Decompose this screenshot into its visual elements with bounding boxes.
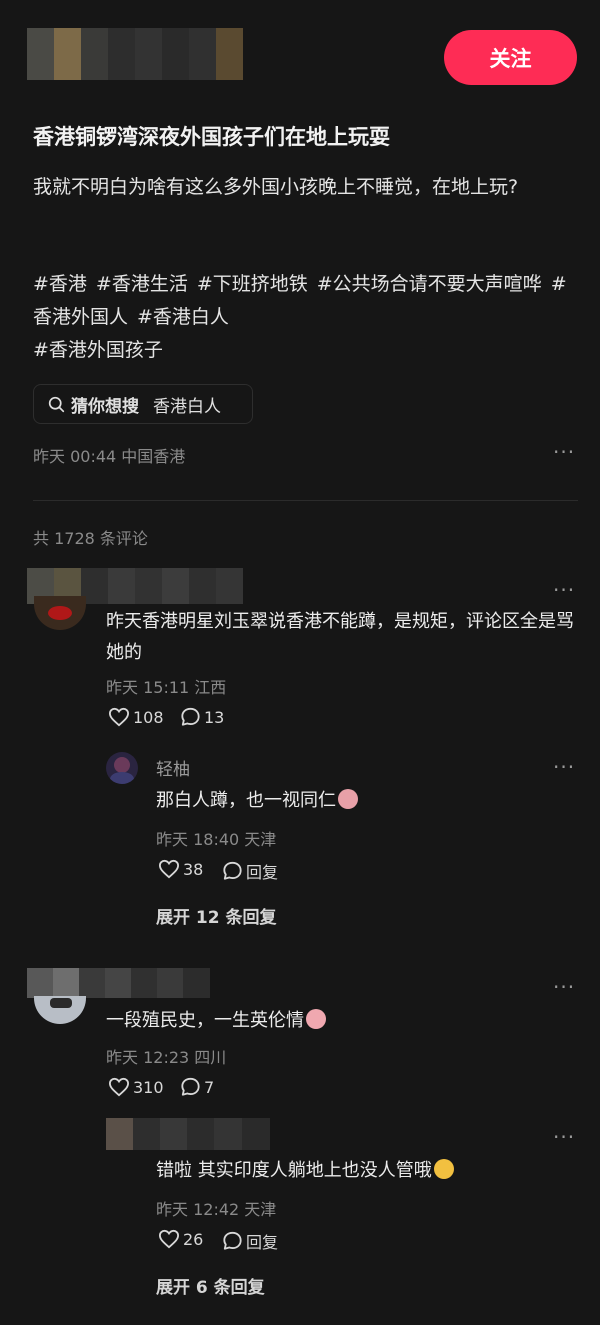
commenter-avatar[interactable] — [34, 596, 86, 630]
like-button[interactable]: 310 — [108, 1077, 164, 1097]
like-count: 310 — [133, 1077, 164, 1097]
like-button[interactable]: 26 — [158, 1229, 203, 1249]
comment-count: 共 1728 条评论 — [33, 529, 148, 548]
reply-label: 回复 — [246, 863, 279, 882]
divider — [33, 500, 578, 501]
like-count: 38 — [183, 859, 204, 879]
post-title: 香港铜锣湾深夜外国孩子们在地上玩耍 — [33, 125, 390, 149]
search-icon — [48, 396, 65, 412]
commenter-name-blurred[interactable] — [27, 968, 212, 998]
comment-bubble-icon — [181, 1077, 200, 1096]
like-button[interactable]: 38 — [158, 859, 203, 879]
author-name-blurred[interactable] — [27, 28, 243, 80]
heart-icon — [108, 707, 130, 727]
comment-text: 昨天香港明星刘玉翠说香港不能蹲，是规矩，评论区全是骂她的 — [106, 611, 574, 663]
search-suggestion-chip[interactable]: 猜你想搜 香港白人 — [33, 384, 253, 424]
comment-bubble-icon — [223, 861, 242, 880]
like-count: 26 — [183, 1229, 204, 1249]
reply-count: 13 — [204, 707, 225, 727]
reply-text-row: 那白人蹲，也一视同仁 — [156, 785, 358, 816]
more-dots-icon[interactable]: ··· — [553, 578, 575, 602]
reply-timestamp-location: 昨天 18:40 天津 — [156, 830, 277, 849]
reply-count-button[interactable]: 7 — [180, 1077, 214, 1097]
hashtag[interactable]: #下班挤地铁 — [197, 273, 308, 295]
comment-bubble-icon — [223, 1231, 242, 1250]
heart-icon — [158, 859, 180, 879]
reply-username[interactable]: 轻柚 — [156, 755, 190, 780]
reply-text: 错啦 其实印度人躺地上也没人管哦 — [156, 1160, 432, 1181]
post-hashtags: #香港 #香港生活 #下班挤地铁 #公共场合请不要大声喧哗 #香港外国人 #香港白人 #香… — [33, 268, 578, 367]
heart-icon — [108, 1077, 130, 1097]
expand-replies-button[interactable]: 展开 6 条回复 — [156, 1273, 265, 1298]
reply-count-button[interactable]: 13 — [180, 707, 224, 727]
hashtag[interactable]: #公共场合请不要大声喧哗 — [317, 273, 542, 295]
hashtag[interactable]: #香港 — [33, 273, 87, 295]
search-guess-label: 猜你想搜 — [71, 396, 139, 417]
expand-replies-button[interactable]: 展开 12 条回复 — [156, 903, 277, 928]
more-dots-icon[interactable]: ··· — [553, 975, 575, 999]
search-keyword: 香港白人 — [153, 396, 221, 417]
more-dots-icon[interactable]: ··· — [553, 440, 575, 464]
comment-bubble-icon — [181, 707, 200, 726]
blushing-emoji-icon — [306, 1009, 326, 1029]
reply-text: 那白人蹲，也一视同仁 — [156, 790, 336, 811]
hashtag[interactable]: #香港外国孩子 — [33, 339, 163, 361]
grinning-emoji-icon — [433, 1159, 454, 1179]
reply-button[interactable]: 回复 — [222, 859, 278, 883]
reply-timestamp-location: 昨天 12:42 天津 — [156, 1200, 277, 1219]
more-dots-icon[interactable]: ··· — [553, 755, 575, 779]
reply-label: 回复 — [246, 1233, 279, 1252]
comment-timestamp-location: 昨天 12:23 四川 — [106, 1048, 227, 1067]
hashtag[interactable]: #香港生活 — [96, 273, 188, 295]
reply-button[interactable]: 回复 — [222, 1229, 278, 1253]
commenter-avatar[interactable] — [34, 996, 86, 1024]
reply-count: 7 — [204, 1077, 215, 1097]
reply-username-blurred[interactable] — [106, 1118, 270, 1150]
follow-button[interactable]: 关注 — [444, 30, 577, 85]
post-description: 我就不明白为啥有这么多外国小孩晚上不睡觉，在地上玩? — [33, 176, 519, 198]
like-count: 108 — [133, 707, 164, 727]
more-dots-icon[interactable]: ··· — [553, 1125, 575, 1149]
comment-text-row: 一段殖民史，一生英伦情 — [106, 1005, 326, 1036]
comment-timestamp-location: 昨天 15:11 江西 — [106, 678, 227, 697]
heart-icon — [158, 1229, 180, 1249]
like-button[interactable]: 108 — [108, 707, 164, 727]
comment-text: 一段殖民史，一生英伦情 — [106, 1010, 304, 1031]
reply-avatar[interactable] — [106, 752, 138, 784]
reply-text-row: 错啦 其实印度人躺地上也没人管哦 — [156, 1155, 454, 1186]
post-timestamp-location: 昨天 00:44 中国香港 — [33, 447, 186, 466]
hashtag[interactable]: #香港白人 — [137, 306, 229, 328]
weary-face-emoji-icon — [338, 789, 358, 809]
